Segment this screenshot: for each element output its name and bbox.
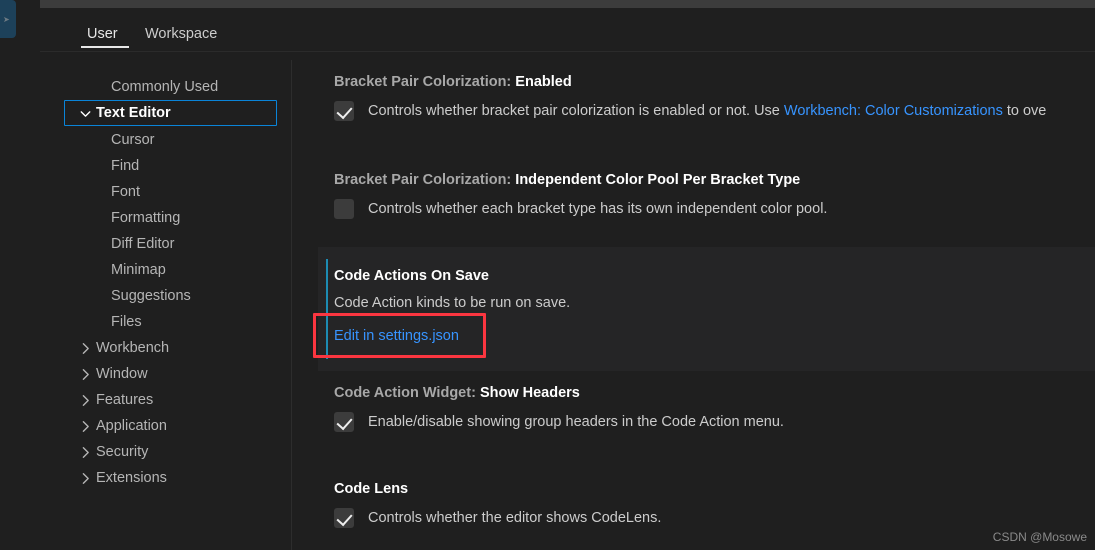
setting-description: Controls whether each bracket type has i…: [368, 201, 828, 217]
toc-item-find[interactable]: Find: [64, 153, 277, 179]
watermark: CSDN @Mosowe: [992, 530, 1087, 544]
setting-category: Bracket Pair Colorization:: [334, 74, 516, 90]
tab-user[interactable]: User: [81, 20, 129, 52]
checkbox-bracket-pair-colorization-enabled[interactable]: [334, 101, 354, 121]
setting-code-action-widget-show-headers: Code Action Widget: Show Headers Enable/…: [292, 383, 1095, 432]
toc-item-label: Find: [111, 158, 140, 174]
toc-item-workbench[interactable]: Workbench: [64, 335, 277, 361]
chevron-right-icon: [77, 418, 94, 435]
chevron-right-icon: ➤: [3, 15, 10, 24]
settings-list: Bracket Pair Colorization: Enabled Contr…: [292, 60, 1095, 550]
toc-item-files[interactable]: Files: [64, 309, 277, 335]
settings-editor-window: ➤ User Workspace Commonly Used Text Edit…: [0, 0, 1095, 550]
activity-bar-strip: ➤: [0, 0, 40, 550]
toc-item-label: Workbench: [96, 340, 170, 356]
tabs-divider: [40, 51, 1095, 52]
workbench-color-customizations-link[interactable]: Workbench: Color Customizations: [784, 103, 1003, 119]
setting-title: Code Actions On Save: [334, 266, 489, 286]
setting-description: Controls whether bracket pair colorizati…: [368, 101, 1046, 121]
setting-description: Code Action kinds to be run on save.: [334, 295, 571, 311]
chevron-right-icon: [77, 366, 94, 383]
toc-item-label: Files: [111, 314, 142, 330]
modified-indicator-bar: [326, 259, 328, 359]
setting-name: Enabled: [515, 74, 572, 90]
setting-title: Bracket Pair Colorization: Enabled: [292, 72, 1095, 92]
settings-toc: Commonly Used Text Editor Cursor Find Fo…: [40, 68, 291, 550]
toc-item-label: Features: [96, 392, 154, 408]
setting-control-row: Controls whether the editor shows CodeLe…: [292, 508, 1095, 528]
toc-item-extensions[interactable]: Extensions: [64, 465, 277, 491]
toc-item-label: Text Editor: [96, 105, 171, 121]
toc-item-label: Window: [96, 366, 148, 382]
toc-item-text-editor[interactable]: Text Editor: [64, 100, 277, 126]
tab-workspace[interactable]: Workspace: [139, 20, 223, 52]
setting-name: Show Headers: [479, 385, 580, 401]
editor-top-bar-inner: [40, 0, 1095, 8]
setting-title: Code Lens: [292, 479, 1095, 499]
tab-user-label: User: [87, 26, 118, 42]
chevron-right-icon: [77, 340, 94, 357]
setting-description: Enable/disable showing group headers in …: [368, 414, 784, 430]
chevron-right-icon: [77, 444, 94, 461]
setting-category: Bracket Pair Colorization:: [334, 172, 516, 188]
toc-item-minimap[interactable]: Minimap: [64, 257, 277, 283]
edit-in-settings-json-link[interactable]: Edit in settings.json: [334, 326, 459, 346]
partial-panel-tile[interactable]: ➤: [0, 0, 16, 38]
setting-name: Code Lens: [334, 481, 409, 497]
setting-description: Controls whether the editor shows CodeLe…: [368, 510, 662, 526]
setting-bracket-pair-colorization-independent-color-pool: Bracket Pair Colorization: Independent C…: [292, 170, 1095, 219]
setting-bracket-pair-colorization-enabled: Bracket Pair Colorization: Enabled Contr…: [292, 72, 1095, 121]
setting-description-text: Controls whether bracket pair colorizati…: [368, 103, 784, 119]
toc-item-font[interactable]: Font: [64, 179, 277, 205]
setting-control-row: Controls whether bracket pair colorizati…: [292, 101, 1095, 121]
setting-code-actions-on-save: Code Actions On Save Code Action kinds t…: [292, 247, 1095, 371]
setting-name: Independent Color Pool Per Bracket Type: [515, 172, 801, 188]
chevron-down-icon: [77, 105, 94, 122]
toc-item-cursor[interactable]: Cursor: [64, 127, 277, 153]
chevron-right-icon: [77, 392, 94, 409]
setting-title: Code Action Widget: Show Headers: [292, 383, 1095, 403]
toc-item-label: Security: [96, 444, 149, 460]
checkbox-independent-color-pool-per-bracket-type[interactable]: [334, 199, 354, 219]
toc-item-label: Formatting: [111, 210, 181, 226]
setting-control-row: Controls whether each bracket type has i…: [292, 199, 1095, 219]
toc-item-suggestions[interactable]: Suggestions: [64, 283, 277, 309]
toc-item-label: Application: [96, 418, 167, 434]
toc-item-label: Font: [111, 184, 141, 200]
toc-item-label: Suggestions: [111, 288, 191, 304]
toc-item-commonly-used[interactable]: Commonly Used: [64, 74, 277, 100]
setting-description-tail: to ove: [1002, 103, 1047, 119]
toc-item-window[interactable]: Window: [64, 361, 277, 387]
toc-item-label: Extensions: [96, 470, 167, 486]
toc-item-label: Minimap: [111, 262, 166, 278]
toc-item-formatting[interactable]: Formatting: [64, 205, 277, 231]
setting-code-lens: Code Lens Controls whether the editor sh…: [292, 479, 1095, 528]
chevron-right-icon: [77, 470, 94, 487]
toc-item-diff-editor[interactable]: Diff Editor: [64, 231, 277, 257]
toc-item-features[interactable]: Features: [64, 387, 277, 413]
toc-item-application[interactable]: Application: [64, 413, 277, 439]
toc-item-label: Commonly Used: [111, 79, 219, 95]
toc-item-security[interactable]: Security: [64, 439, 277, 465]
setting-control-row: Enable/disable showing group headers in …: [292, 412, 1095, 432]
toc-item-label: Diff Editor: [111, 236, 175, 252]
checkbox-code-action-widget-show-headers[interactable]: [334, 412, 354, 432]
setting-category: Code Action Widget:: [334, 385, 480, 401]
tab-active-underline: [81, 46, 129, 48]
toc-item-label: Cursor: [111, 132, 155, 148]
setting-title: Bracket Pair Colorization: Independent C…: [292, 170, 1095, 190]
setting-name: Code Actions On Save: [334, 268, 489, 284]
tab-workspace-label: Workspace: [145, 26, 218, 42]
editor-top-bar: [40, 0, 1095, 8]
checkbox-code-lens[interactable]: [334, 508, 354, 528]
